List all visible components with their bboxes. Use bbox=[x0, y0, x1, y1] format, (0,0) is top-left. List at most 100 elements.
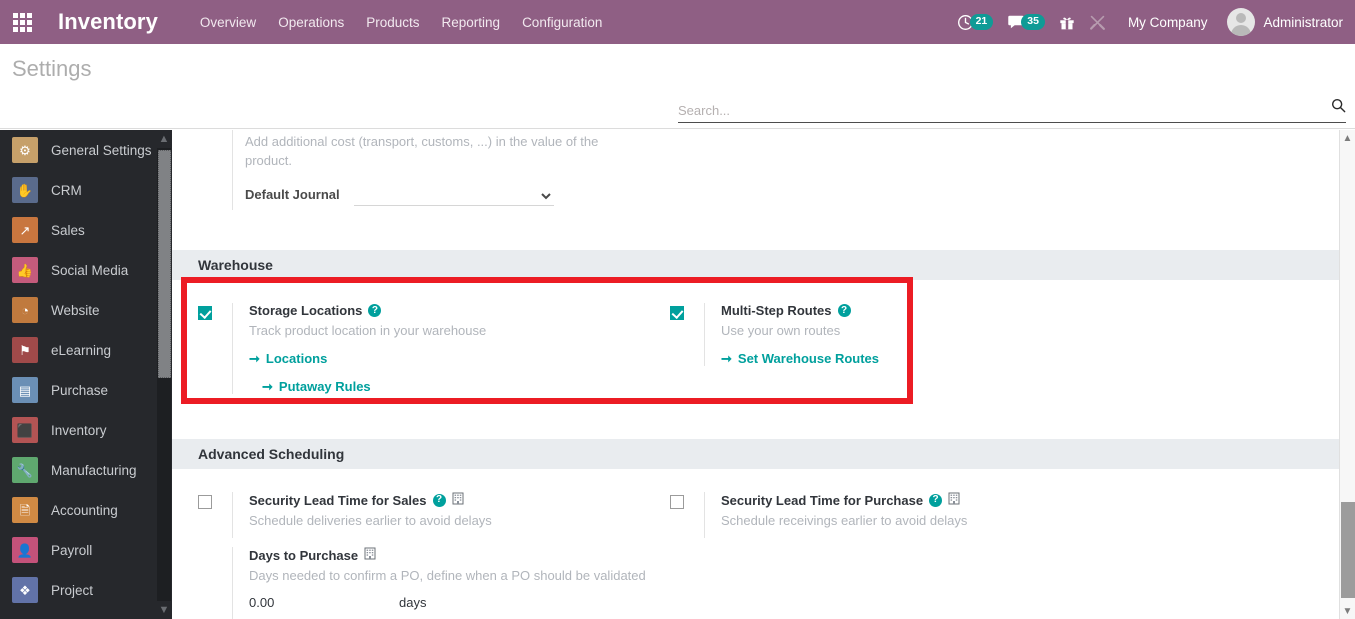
settings-content: Add additional cost (transport, customs,… bbox=[172, 130, 1355, 619]
sidebar-item-inventory[interactable]: ⬛ Inventory bbox=[0, 410, 172, 450]
question-mark-icon[interactable]: ? bbox=[432, 493, 446, 507]
globe-icon: ◔ bbox=[12, 297, 38, 323]
locations-link[interactable]: ➞ Locations bbox=[249, 351, 327, 366]
sidebar-item-label: Social Media bbox=[51, 262, 129, 278]
search-bar bbox=[678, 98, 1346, 123]
chevron-down-icon[interactable]: ▼ bbox=[156, 601, 172, 619]
sidebar-item-crm[interactable]: ✋ CRM bbox=[0, 170, 172, 210]
activities-menu[interactable]: 21 bbox=[957, 14, 994, 31]
sidebar-item-manufacturing[interactable]: 🔧 Manufacturing bbox=[0, 450, 172, 490]
days-to-purchase-input[interactable]: 0.00 bbox=[249, 595, 399, 610]
sidebar-item-website[interactable]: ◔ Website bbox=[0, 290, 172, 330]
menu-item-configuration[interactable]: Configuration bbox=[522, 15, 602, 30]
default-journal-select[interactable] bbox=[353, 186, 554, 206]
checkbox-box bbox=[670, 306, 684, 320]
wrench-tools-icon[interactable] bbox=[1089, 14, 1106, 31]
security-lead-time-purchase-checkbox[interactable] bbox=[670, 495, 684, 509]
messages-count-badge: 35 bbox=[1021, 14, 1045, 30]
credit-card-icon: ▤ bbox=[12, 377, 38, 403]
menu-item-overview[interactable]: Overview bbox=[200, 15, 256, 30]
chevron-up-icon[interactable]: ▲ bbox=[156, 130, 172, 148]
sidebar-item-label: Accounting bbox=[51, 502, 118, 518]
box-icon: ⬛ bbox=[12, 417, 38, 443]
checkbox-box bbox=[198, 306, 212, 320]
messages-menu[interactable]: 35 bbox=[1007, 14, 1045, 31]
checkbox-box bbox=[198, 495, 212, 509]
section-header-advanced-scheduling: Advanced Scheduling bbox=[172, 439, 1347, 469]
building-icon[interactable] bbox=[452, 492, 464, 508]
days-to-purchase-value-row: 0.00 days bbox=[249, 595, 426, 610]
set-warehouse-routes-link[interactable]: ➞ Set Warehouse Routes bbox=[721, 351, 879, 366]
sidebar-item-label: Sales bbox=[51, 222, 85, 238]
sidebar-item-social-media[interactable]: 👍 Social Media bbox=[0, 250, 172, 290]
sidebar-item-label: eLearning bbox=[51, 342, 112, 358]
sidebar-item-project[interactable]: ❖ Project bbox=[0, 570, 172, 610]
days-to-purchase-unit: days bbox=[399, 595, 427, 610]
sidebar-item-sales[interactable]: ↗ Sales bbox=[0, 210, 172, 250]
default-journal-label: Default Journal bbox=[245, 187, 340, 202]
days-to-purchase-title: Days to Purchase bbox=[249, 547, 359, 563]
building-icon[interactable] bbox=[948, 492, 960, 508]
multi-step-routes-title: Multi-Step Routes bbox=[721, 303, 832, 318]
graduation-icon: ⚑ bbox=[12, 337, 38, 363]
checkbox-box bbox=[670, 495, 684, 509]
section-title-warehouse: Warehouse bbox=[198, 257, 273, 273]
security-lead-time-purchase-title: Security Lead Time for Purchase bbox=[721, 492, 924, 508]
activities-count-badge: 21 bbox=[969, 14, 994, 30]
question-mark-icon[interactable]: ? bbox=[368, 304, 382, 317]
content-scroll-thumb[interactable] bbox=[1341, 502, 1355, 598]
company-switcher[interactable]: My Company bbox=[1128, 15, 1208, 30]
handshake-icon: ✋ bbox=[12, 177, 38, 203]
sidebar-item-purchase[interactable]: ▤ Purchase bbox=[0, 370, 172, 410]
page-title: Settings bbox=[12, 56, 92, 81]
menu-item-products[interactable]: Products bbox=[366, 15, 419, 30]
search-input[interactable] bbox=[678, 103, 1325, 118]
putaway-rules-link[interactable]: ➞ Putaway Rules bbox=[262, 379, 371, 394]
chart-line-icon: ↗ bbox=[12, 217, 38, 243]
sidebar-scrollbar[interactable]: ▲ ▼ bbox=[156, 130, 172, 619]
menu-item-operations[interactable]: Operations bbox=[278, 15, 344, 30]
question-mark-icon[interactable]: ? bbox=[837, 304, 851, 317]
user-menu[interactable]: Administrator bbox=[1227, 8, 1343, 36]
days-to-purchase-subtitle: Days needed to confirm a PO, define when… bbox=[249, 568, 646, 583]
security-lead-time-sales-checkbox[interactable] bbox=[198, 495, 212, 509]
top-navbar: Inventory Overview Operations Products R… bbox=[0, 0, 1355, 44]
sidebar-item-accounting[interactable]: 🗎 Accounting bbox=[0, 490, 172, 530]
invoice-icon: 🗎 bbox=[12, 497, 38, 523]
navbar-systray: 21 35 My Company Administrator bbox=[957, 8, 1355, 36]
storage-locations-subtitle: Track product location in your warehouse bbox=[249, 323, 487, 338]
multi-step-routes-subtitle: Use your own routes bbox=[721, 323, 841, 338]
storage-locations-checkbox[interactable] bbox=[198, 306, 212, 320]
employee-icon: 👤 bbox=[12, 537, 38, 563]
sidebar-scroll-thumb[interactable] bbox=[158, 150, 171, 378]
control-panel: Settings SAVE DISCARD bbox=[0, 44, 1355, 163]
sidebar-item-general-settings[interactable]: ⚙ General Settings bbox=[0, 130, 172, 170]
building-icon[interactable] bbox=[364, 547, 376, 563]
chevron-up-icon[interactable]: ▲ bbox=[1340, 130, 1355, 146]
putaway-rules-link-label: Putaway Rules bbox=[278, 379, 371, 394]
main-menu: Overview Operations Products Reporting C… bbox=[200, 15, 602, 30]
multi-step-routes-checkbox[interactable] bbox=[670, 306, 684, 320]
menu-item-reporting[interactable]: Reporting bbox=[442, 15, 501, 30]
security-lead-time-sales-title: Security Lead Time for Sales bbox=[249, 492, 427, 508]
question-mark-icon[interactable]: ? bbox=[929, 493, 943, 507]
thumbs-up-icon: 👍 bbox=[12, 257, 38, 283]
wrench-icon: 🔧 bbox=[12, 457, 38, 483]
sidebar-item-label: Purchase bbox=[51, 382, 109, 398]
chevron-down-icon[interactable]: ▼ bbox=[1340, 603, 1355, 619]
arrow-right-icon: ➞ bbox=[249, 351, 260, 366]
gift-icon[interactable] bbox=[1059, 14, 1075, 31]
apps-grid-icon[interactable] bbox=[0, 0, 44, 44]
sidebar-item-label: Project bbox=[51, 582, 94, 598]
sidebar-item-payroll[interactable]: 👤 Payroll bbox=[0, 530, 172, 570]
magnifier-icon[interactable] bbox=[1325, 98, 1346, 118]
content-scrollbar[interactable]: ▲ ▼ bbox=[1339, 130, 1355, 619]
security-lead-time-sales-subtitle: Schedule deliveries earlier to avoid del… bbox=[249, 513, 492, 528]
sidebar-item-label: Website bbox=[51, 302, 100, 318]
sidebar-item-elearning[interactable]: ⚑ eLearning bbox=[0, 330, 172, 370]
set-warehouse-routes-link-label: Set Warehouse Routes bbox=[737, 351, 880, 366]
divider-line bbox=[232, 130, 233, 210]
avatar bbox=[1227, 8, 1256, 36]
sidebar-item-label: Inventory bbox=[51, 422, 107, 438]
gear-icon: ⚙ bbox=[12, 137, 38, 163]
